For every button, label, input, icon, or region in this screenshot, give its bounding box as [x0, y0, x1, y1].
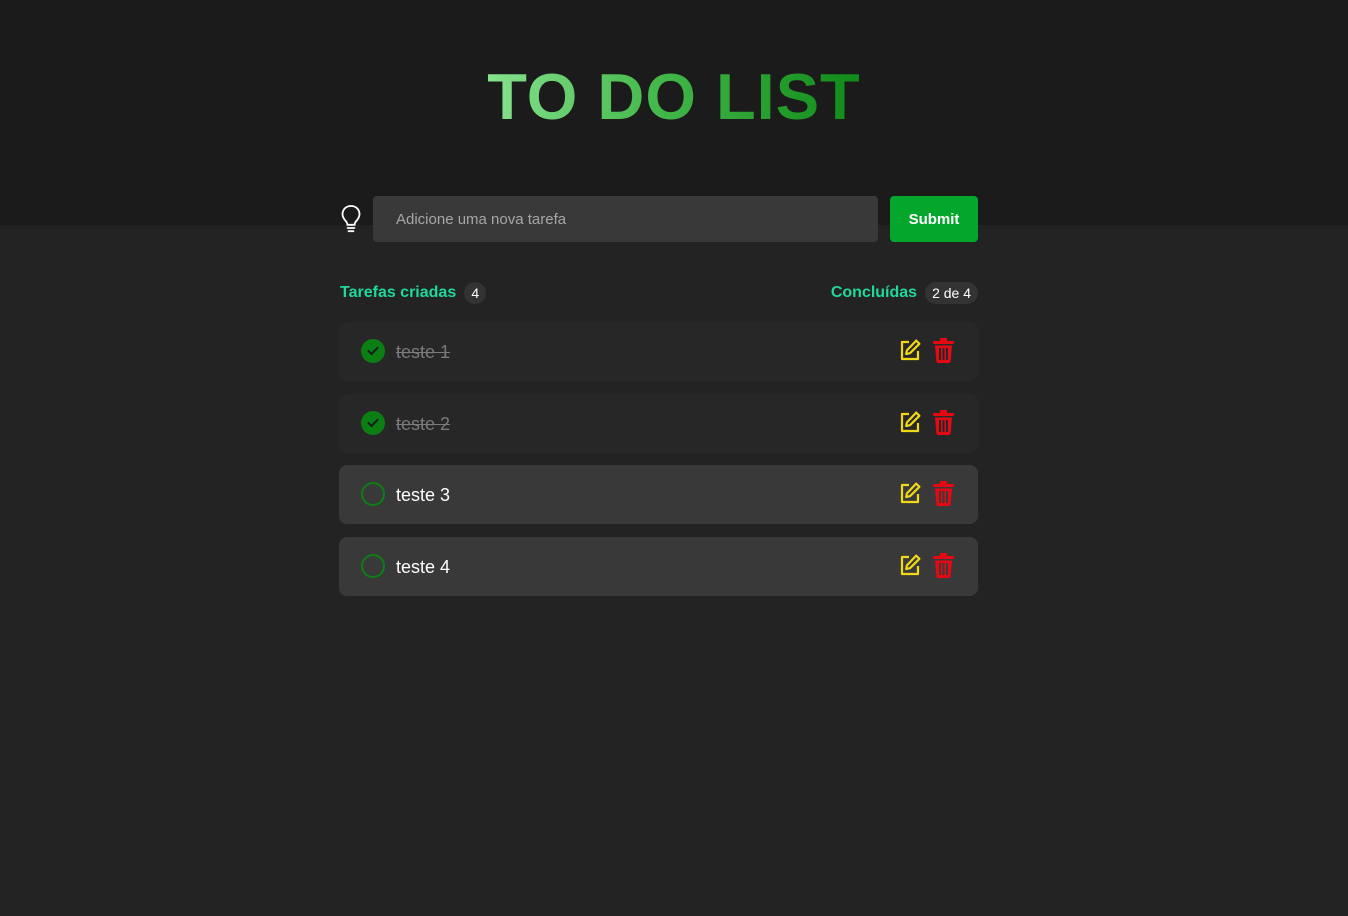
- task-item-2: teste 2: [339, 393, 978, 453]
- task-item-1: teste 1: [339, 322, 978, 381]
- trash-icon[interactable]: [933, 409, 954, 435]
- task-text: teste 3: [396, 485, 451, 505]
- edit-icon[interactable]: [898, 338, 922, 362]
- completed-tasks-count: 2 de 4: [925, 282, 978, 304]
- task-item-3: teste 3: [339, 465, 978, 524]
- created-tasks-count: 4: [464, 282, 487, 304]
- task-checkbox[interactable]: [361, 410, 385, 435]
- task-item-4: teste 4: [339, 536, 978, 596]
- task-text: teste 1: [396, 342, 451, 362]
- task-list: teste 1 teste 2 teste 3 teste 4: [339, 322, 978, 608]
- created-tasks-stat: Tarefas criadas 4: [340, 282, 487, 304]
- task-stats: Tarefas criadas 4 Concluídas 2 de 4: [339, 282, 978, 306]
- edit-icon[interactable]: [898, 481, 922, 505]
- created-tasks-label: Tarefas criadas: [340, 284, 457, 301]
- edit-icon[interactable]: [898, 410, 922, 434]
- completed-tasks-stat: Concluídas 2 de 4: [831, 282, 978, 304]
- trash-icon[interactable]: [933, 481, 954, 506]
- task-text: teste 4: [396, 556, 451, 577]
- check-icon: [367, 346, 379, 355]
- completed-tasks-label: Concluídas: [830, 284, 918, 301]
- trash-icon[interactable]: [933, 552, 954, 578]
- trash-icon[interactable]: [933, 338, 954, 363]
- page-title: TO DO LIST: [487, 60, 861, 133]
- task-checkbox[interactable]: [361, 339, 385, 363]
- submit-button[interactable]: Submit: [890, 196, 978, 242]
- edit-icon[interactable]: [898, 553, 922, 577]
- task-checkbox[interactable]: [361, 553, 385, 578]
- new-task-input[interactable]: [373, 196, 878, 242]
- add-task-form: Submit: [339, 196, 978, 242]
- task-text: teste 2: [396, 413, 451, 434]
- task-checkbox[interactable]: [361, 482, 385, 506]
- check-icon: [367, 418, 379, 427]
- lightbulb-icon: [341, 205, 361, 233]
